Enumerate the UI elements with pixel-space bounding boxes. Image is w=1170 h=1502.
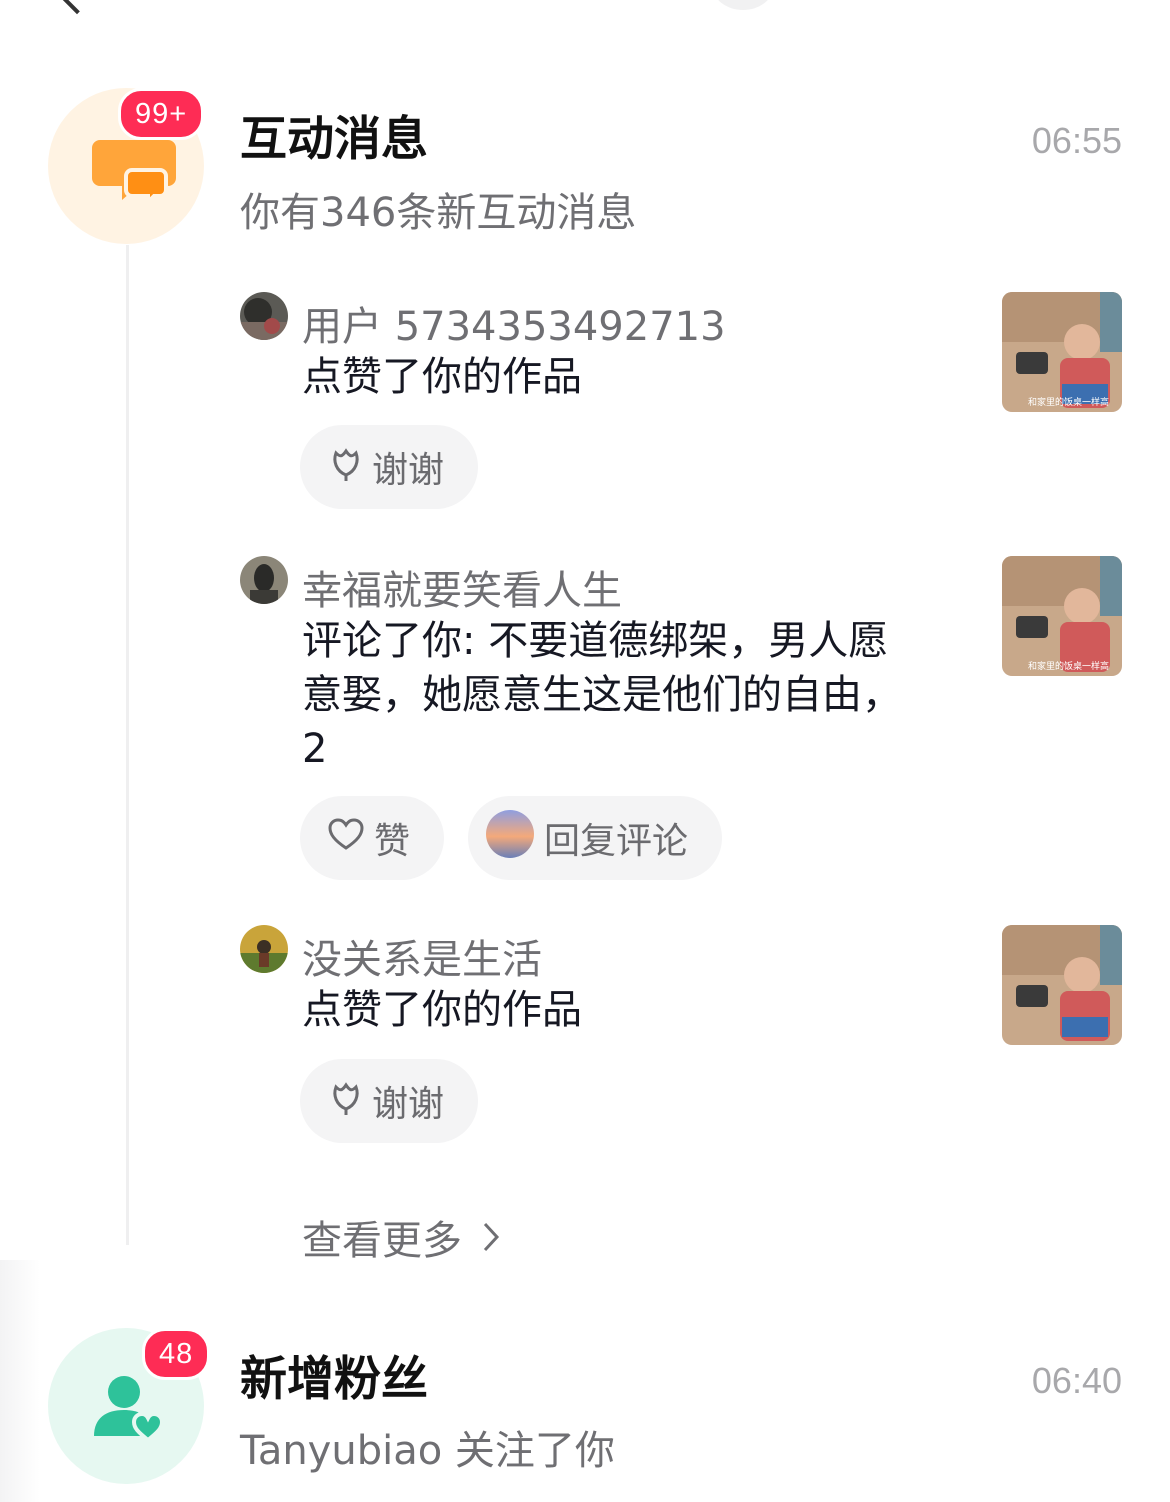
video-thumbnail[interactable]: [1002, 925, 1122, 1045]
reply-comment-button[interactable]: 回复评论: [468, 796, 723, 880]
chevron-right-icon: [481, 1218, 501, 1264]
interactions-section: 99+ 互动消息 06:55 你有346条新互动消息 用户 5734353492…: [0, 0, 1170, 1264]
message-line: 意娶，她愿意生这是他们的自由，: [302, 672, 902, 718]
list-item[interactable]: 没关系是生活 点赞了你的作品 谢谢: [0, 925, 1170, 1145]
list-item[interactable]: 用户 5734353492713 点赞了你的作品 和家里的饭桌一样高 谢谢: [0, 292, 1170, 522]
message-text: 点赞了你的作品: [302, 354, 582, 400]
thumbnail-caption: 和家里的饭桌一样高: [1028, 398, 1110, 408]
section-subtitle: Tanyubiao 关注了你: [240, 1428, 615, 1474]
message-line: 2: [302, 726, 328, 772]
message-text: 点赞了你的作品: [302, 987, 582, 1033]
flower-icon: [330, 445, 362, 490]
user-name[interactable]: 用户 5734353492713: [302, 294, 726, 352]
avatar[interactable]: [240, 925, 288, 973]
see-more-link[interactable]: 查看更多: [302, 1208, 501, 1266]
avatar: [486, 809, 534, 867]
button-label: 谢谢: [372, 450, 445, 491]
unread-badge: 99+: [118, 88, 205, 140]
timestamp: 06:40: [1031, 1360, 1122, 1401]
avatar[interactable]: [240, 556, 288, 604]
message-line: 评论了你: 不要道德绑架，男人愿: [302, 618, 889, 664]
thanks-button[interactable]: 谢谢: [300, 425, 479, 509]
section-title: 互动消息: [240, 112, 428, 167]
video-thumbnail[interactable]: 和家里的饭桌一样高: [1002, 292, 1122, 412]
button-label: 回复评论: [544, 821, 689, 862]
list-item[interactable]: 幸福就要笑看人生 评论了你: 不要道德绑架，男人愿 意娶，她愿意生这是他们的自由…: [0, 556, 1170, 886]
thumbnail-caption: 和家里的饭桌一样高: [1028, 662, 1110, 672]
avatar[interactable]: [240, 292, 288, 340]
button-label: 赞: [374, 821, 411, 862]
message-text: 评论了你: 不要道德绑架，男人愿 意娶，她愿意生这是他们的自由， 2: [302, 614, 942, 776]
see-more-label: 查看更多: [302, 1218, 462, 1264]
flower-icon: [330, 1079, 362, 1124]
unread-badge: 48: [142, 1328, 211, 1380]
like-button[interactable]: 赞: [300, 796, 445, 880]
user-name[interactable]: 幸福就要笑看人生: [302, 558, 622, 616]
followers-section[interactable]: 48 新增粉丝 06:40 Tanyubiao 关注了你: [0, 1300, 1170, 1502]
thanks-button[interactable]: 谢谢: [300, 1059, 479, 1143]
section-subtitle: 你有346条新互动消息: [240, 190, 637, 236]
heart-icon: [328, 817, 364, 859]
video-thumbnail[interactable]: 和家里的饭桌一样高: [1002, 556, 1122, 676]
user-name[interactable]: 没关系是生活: [302, 927, 542, 985]
button-label: 谢谢: [372, 1084, 445, 1125]
timestamp: 06:55: [1031, 120, 1122, 161]
section-title: 新增粉丝: [240, 1352, 428, 1407]
